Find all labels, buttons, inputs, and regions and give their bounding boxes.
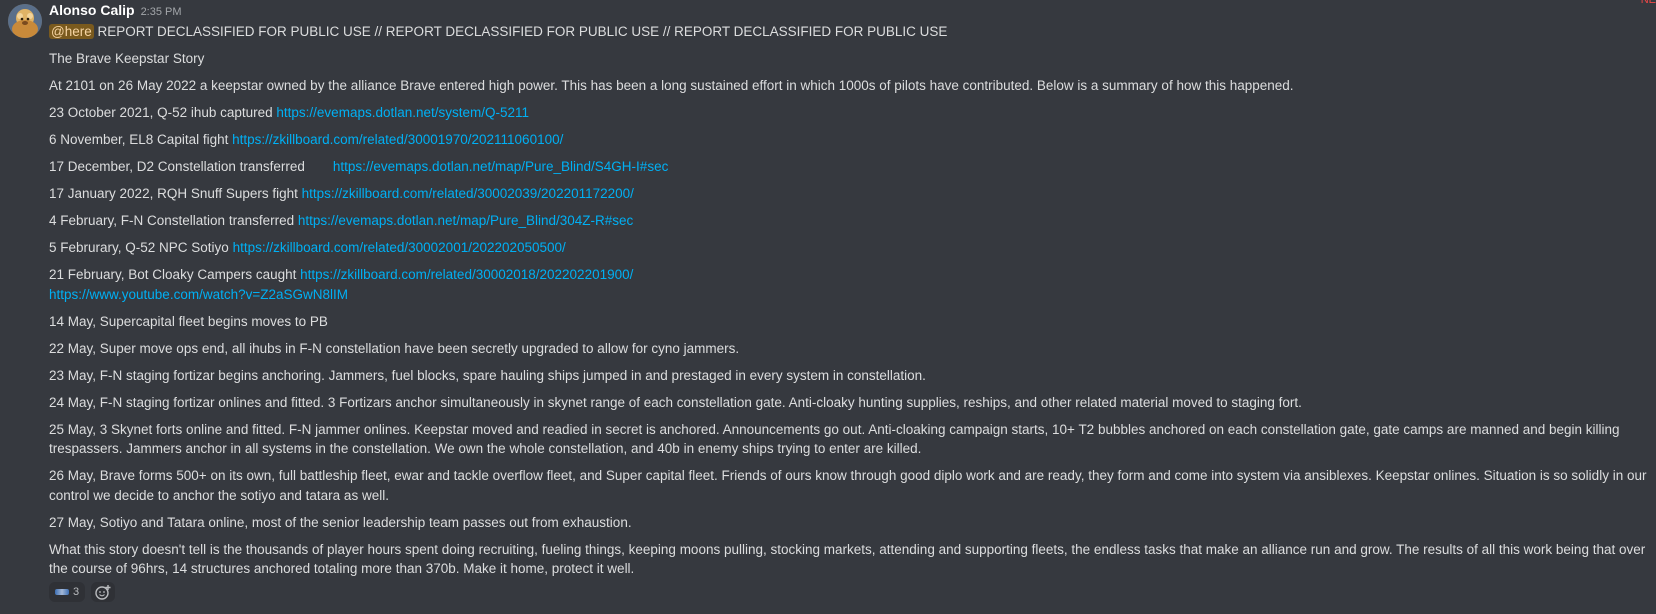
intro-paragraph: At 2101 on 26 May 2022 a keepstar owned … (49, 78, 1294, 93)
reaction-count: 3 (73, 586, 80, 598)
headline-text: REPORT DECLASSIFIED FOR PUBLIC USE // RE… (93, 24, 948, 39)
story-title: The Brave Keepstar Story (49, 51, 205, 66)
event-text: 17 January 2022, RQH Snuff Supers fight (49, 186, 302, 201)
timeline-paragraph: 14 May, Supercapital fleet begins moves … (49, 313, 328, 329)
event-link[interactable]: https://evemaps.dotlan.net/system/Q-5211 (276, 105, 529, 120)
message-timestamp: 2:35 PM (140, 6, 182, 18)
user-avatar[interactable] (8, 4, 42, 38)
event-line: 23 October 2021, Q-52 ihub captured http… (49, 103, 1649, 123)
reactions-bar: 3 (49, 582, 116, 602)
timeline-paragraph: 27 May, Sotiyo and Tatara online, most o… (49, 514, 632, 530)
message-content: @here REPORT DECLASSIFIED FOR PUBLIC USE… (49, 22, 1649, 579)
here-mention[interactable]: @here (49, 24, 94, 39)
event-line: 6 November, EL8 Capital fight https://zk… (49, 130, 1649, 150)
event-line: 5 Februrary, Q-52 NPC Sotiyo https://zki… (49, 238, 1649, 258)
event-text: 21 February, Bot Cloaky Campers caught (49, 267, 301, 282)
headline-line: @here REPORT DECLASSIFIED FOR PUBLIC USE… (49, 22, 1649, 42)
author-name[interactable]: Alonso Calip (49, 2, 135, 18)
reaction-button[interactable]: 3 (49, 582, 86, 602)
message-header: Alonso Calip 2:35 PM (49, 2, 182, 20)
event-line: 4 February, F-N Constellation transferre… (49, 211, 1649, 231)
event-text: 6 November, EL8 Capital fight (49, 132, 233, 147)
timeline-paragraph: 24 May, F-N staging fortizar onlines and… (49, 394, 1302, 410)
event-line: 21 February, Bot Cloaky Campers caught h… (49, 265, 1649, 304)
add-reaction-button[interactable] (91, 582, 116, 602)
event-link[interactable]: https://zkillboard.com/related/30002039/… (302, 186, 634, 201)
event-link[interactable]: https://zkillboard.com/related/30002018/… (300, 267, 633, 282)
timeline-paragraph: 25 May, 3 Skynet forts online and fitted… (49, 421, 1620, 457)
event-text: 23 October 2021, Q-52 ihub captured (49, 105, 277, 120)
closing-paragraph: What this story doesn't tell is the thou… (49, 541, 1646, 577)
event-text: 17 December, D2 Constellation transferre… (49, 159, 305, 174)
event-link[interactable]: https://evemaps.dotlan.net/map/Pure_Blin… (298, 213, 633, 228)
event-link[interactable]: https://evemaps.dotlan.net/map/Pure_Blin… (333, 159, 668, 174)
avatar-image-icon (8, 4, 42, 38)
event-link[interactable]: https://zkillboard.com/related/30002001/… (233, 240, 566, 255)
event-line: 17 January 2022, RQH Snuff Supers fight … (49, 184, 1649, 204)
event-text: 5 Februrary, Q-52 NPC Sotiyo (49, 240, 233, 255)
chat-message: Alonso Calip 2:35 PM NE @here REPORT DECL… (0, 0, 1656, 614)
event-text: 4 February, F-N Constellation transferre… (49, 213, 298, 228)
event-link[interactable]: https://zkillboard.com/related/30001970/… (232, 132, 563, 147)
brave-emoji-icon (55, 589, 69, 595)
add-reaction-icon (95, 585, 111, 600)
timeline-paragraph: 26 May, Brave forms 500+ on its own, ful… (49, 468, 1647, 503)
event-line: 17 December, D2 Constellation transferre… (49, 157, 1649, 177)
youtube-link[interactable]: https://www.youtube.com/watch?v=Z2aSGwN8… (49, 287, 348, 302)
timeline-paragraph: 22 May, Super move ops end, all ihubs in… (49, 340, 740, 356)
timeline-paragraph: 23 May, F-N staging fortizar begins anch… (49, 367, 926, 383)
corner-indicator: NE (1640, 0, 1656, 6)
